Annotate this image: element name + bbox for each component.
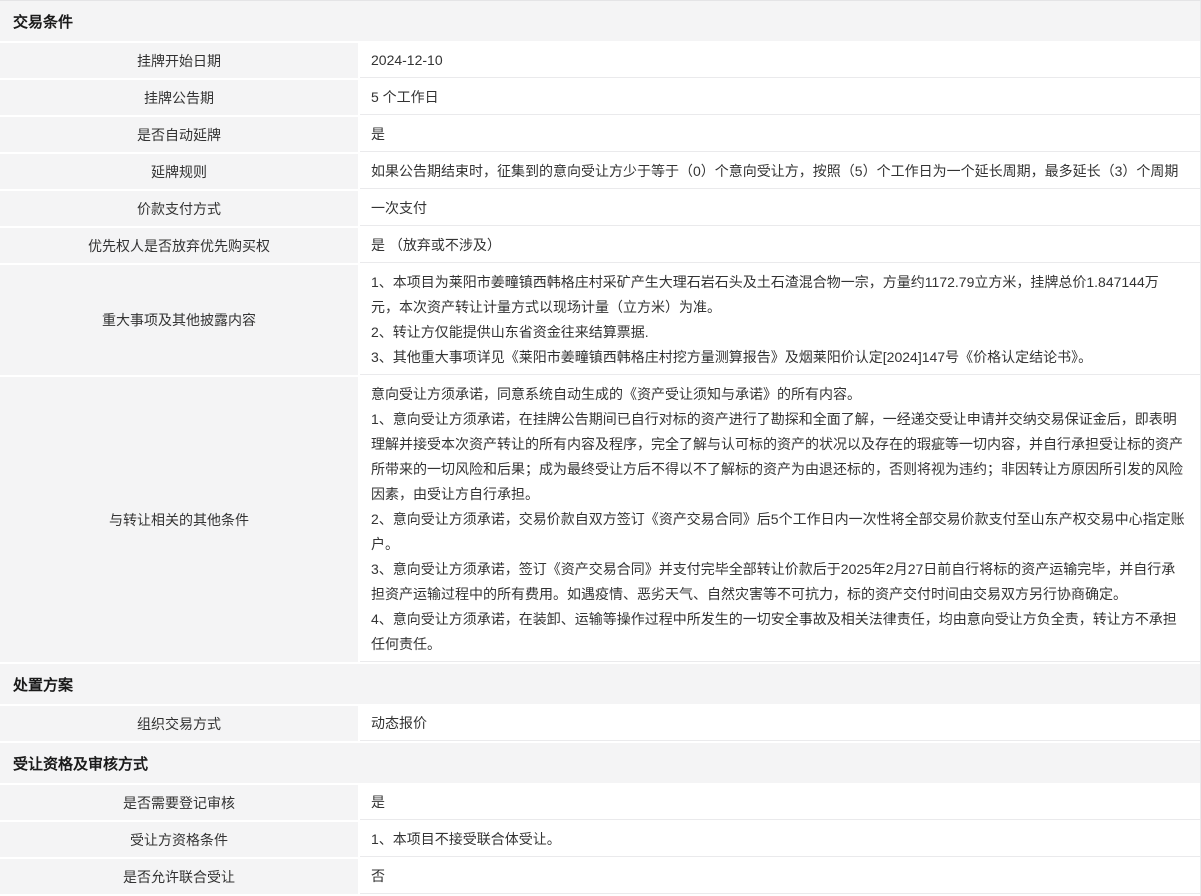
row-value: 意向受让方须承诺，同意系统自动生成的《资产受让须知与承诺》的所有内容。1、意向受… (360, 377, 1200, 664)
row-value: 1、本项目不接受联合体受让。 (360, 822, 1200, 859)
value-line: 2、意向受让方须承诺，交易价款自双方签订《资产交易合同》后5个工作日内一次性将全… (371, 507, 1186, 557)
table-row: 挂牌开始日期2024-12-10 (0, 43, 1200, 80)
row-label: 挂牌开始日期 (0, 43, 360, 80)
row-value: 1、本项目为莱阳市姜疃镇西韩格庄村采矿产生大理石岩石头及土石渣混合物一宗，方量约… (360, 265, 1200, 377)
value-line: 4、意向受让方须承诺，在装卸、运输等操作过程中所发生的一切安全事故及相关法律责任… (371, 607, 1186, 657)
row-value: 是 (360, 117, 1200, 154)
row-value: 否 (360, 859, 1200, 896)
section-header: 受让资格及审核方式 (0, 743, 1200, 785)
row-label: 延牌规则 (0, 154, 360, 191)
value-line: 3、其他重大事项详见《莱阳市姜疃镇西韩格庄村挖方量测算报告》及烟莱阳价认定[20… (371, 345, 1186, 370)
transaction-detail-table: 交易条件挂牌开始日期2024-12-10挂牌公告期5 个工作日是否自动延牌是延牌… (0, 0, 1201, 896)
table-row: 是否自动延牌是 (0, 117, 1200, 154)
row-value: 是 （放弃或不涉及） (360, 228, 1200, 265)
row-value: 2024-12-10 (360, 43, 1200, 80)
table-row: 是否需要登记审核是 (0, 785, 1200, 822)
table-row: 优先权人是否放弃优先购买权是 （放弃或不涉及） (0, 228, 1200, 265)
row-label: 组织交易方式 (0, 706, 360, 743)
row-value: 如果公告期结束时，征集到的意向受让方少于等于（0）个意向受让方，按照（5）个工作… (360, 154, 1200, 191)
row-label: 价款支付方式 (0, 191, 360, 228)
table-row: 组织交易方式动态报价 (0, 706, 1200, 743)
value-line: 1、本项目为莱阳市姜疃镇西韩格庄村采矿产生大理石岩石头及土石渣混合物一宗，方量约… (371, 270, 1186, 320)
table-row: 挂牌公告期5 个工作日 (0, 80, 1200, 117)
row-value: 是 (360, 785, 1200, 822)
row-label: 挂牌公告期 (0, 80, 360, 117)
table-row: 价款支付方式一次支付 (0, 191, 1200, 228)
table-row: 受让方资格条件1、本项目不接受联合体受让。 (0, 822, 1200, 859)
row-label: 与转让相关的其他条件 (0, 377, 360, 664)
row-label: 重大事项及其他披露内容 (0, 265, 360, 377)
row-value: 一次支付 (360, 191, 1200, 228)
row-value: 5 个工作日 (360, 80, 1200, 117)
table-row: 是否允许联合受让否 (0, 859, 1200, 896)
value-line: 意向受让方须承诺，同意系统自动生成的《资产受让须知与承诺》的所有内容。 (371, 382, 1186, 407)
value-line: 1、意向受让方须承诺，在挂牌公告期间已自行对标的资产进行了勘探和全面了解，一经递… (371, 407, 1186, 507)
value-line: 3、意向受让方须承诺，签订《资产交易合同》并支付完毕全部转让价款后于2025年2… (371, 557, 1186, 607)
row-value: 动态报价 (360, 706, 1200, 743)
row-label: 是否需要登记审核 (0, 785, 360, 822)
table-row: 重大事项及其他披露内容1、本项目为莱阳市姜疃镇西韩格庄村采矿产生大理石岩石头及土… (0, 265, 1200, 377)
row-label: 是否自动延牌 (0, 117, 360, 154)
section-header: 处置方案 (0, 664, 1200, 706)
row-label: 受让方资格条件 (0, 822, 360, 859)
row-label: 是否允许联合受让 (0, 859, 360, 896)
section-header: 交易条件 (0, 1, 1200, 43)
value-line: 2、转让方仅能提供山东省资金往来结算票据. (371, 320, 1186, 345)
table-row: 延牌规则如果公告期结束时，征集到的意向受让方少于等于（0）个意向受让方，按照（5… (0, 154, 1200, 191)
table-row: 与转让相关的其他条件意向受让方须承诺，同意系统自动生成的《资产受让须知与承诺》的… (0, 377, 1200, 664)
row-label: 优先权人是否放弃优先购买权 (0, 228, 360, 265)
